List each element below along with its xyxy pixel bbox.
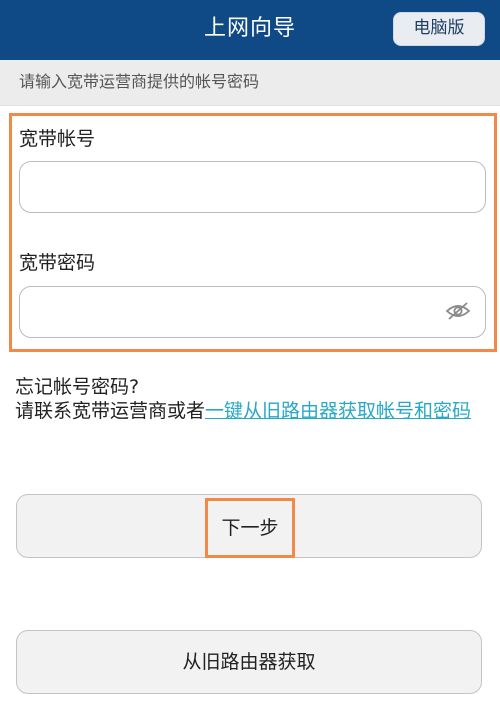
account-label: 宽带帐号 bbox=[19, 128, 96, 150]
instruction-text: 请输入宽带运营商提供的帐号密码 bbox=[0, 60, 500, 106]
next-button[interactable]: 下一步 bbox=[16, 494, 482, 558]
desktop-version-button[interactable]: 电脑版 bbox=[393, 12, 485, 46]
next-button-label: 下一步 bbox=[205, 498, 295, 558]
eye-hidden-icon[interactable] bbox=[444, 300, 472, 322]
get-from-old-router-button[interactable]: 从旧路由器获取 bbox=[16, 630, 482, 694]
forgot-credentials-title: 忘记帐号密码? bbox=[15, 376, 140, 398]
forgot-credentials-hint: 请联系宽带运营商或者 bbox=[15, 400, 206, 422]
import-from-old-router-link[interactable]: 一键从旧路由器获取帐号和密码 bbox=[205, 400, 471, 422]
password-input[interactable] bbox=[19, 286, 486, 338]
account-input[interactable] bbox=[19, 161, 486, 213]
top-bar: 上网向导 电脑版 bbox=[0, 0, 500, 60]
password-label: 宽带密码 bbox=[19, 252, 96, 274]
forgot-credentials-text: 请联系宽带运营商或者一键从旧路由器获取帐号和密码 bbox=[15, 399, 475, 423]
